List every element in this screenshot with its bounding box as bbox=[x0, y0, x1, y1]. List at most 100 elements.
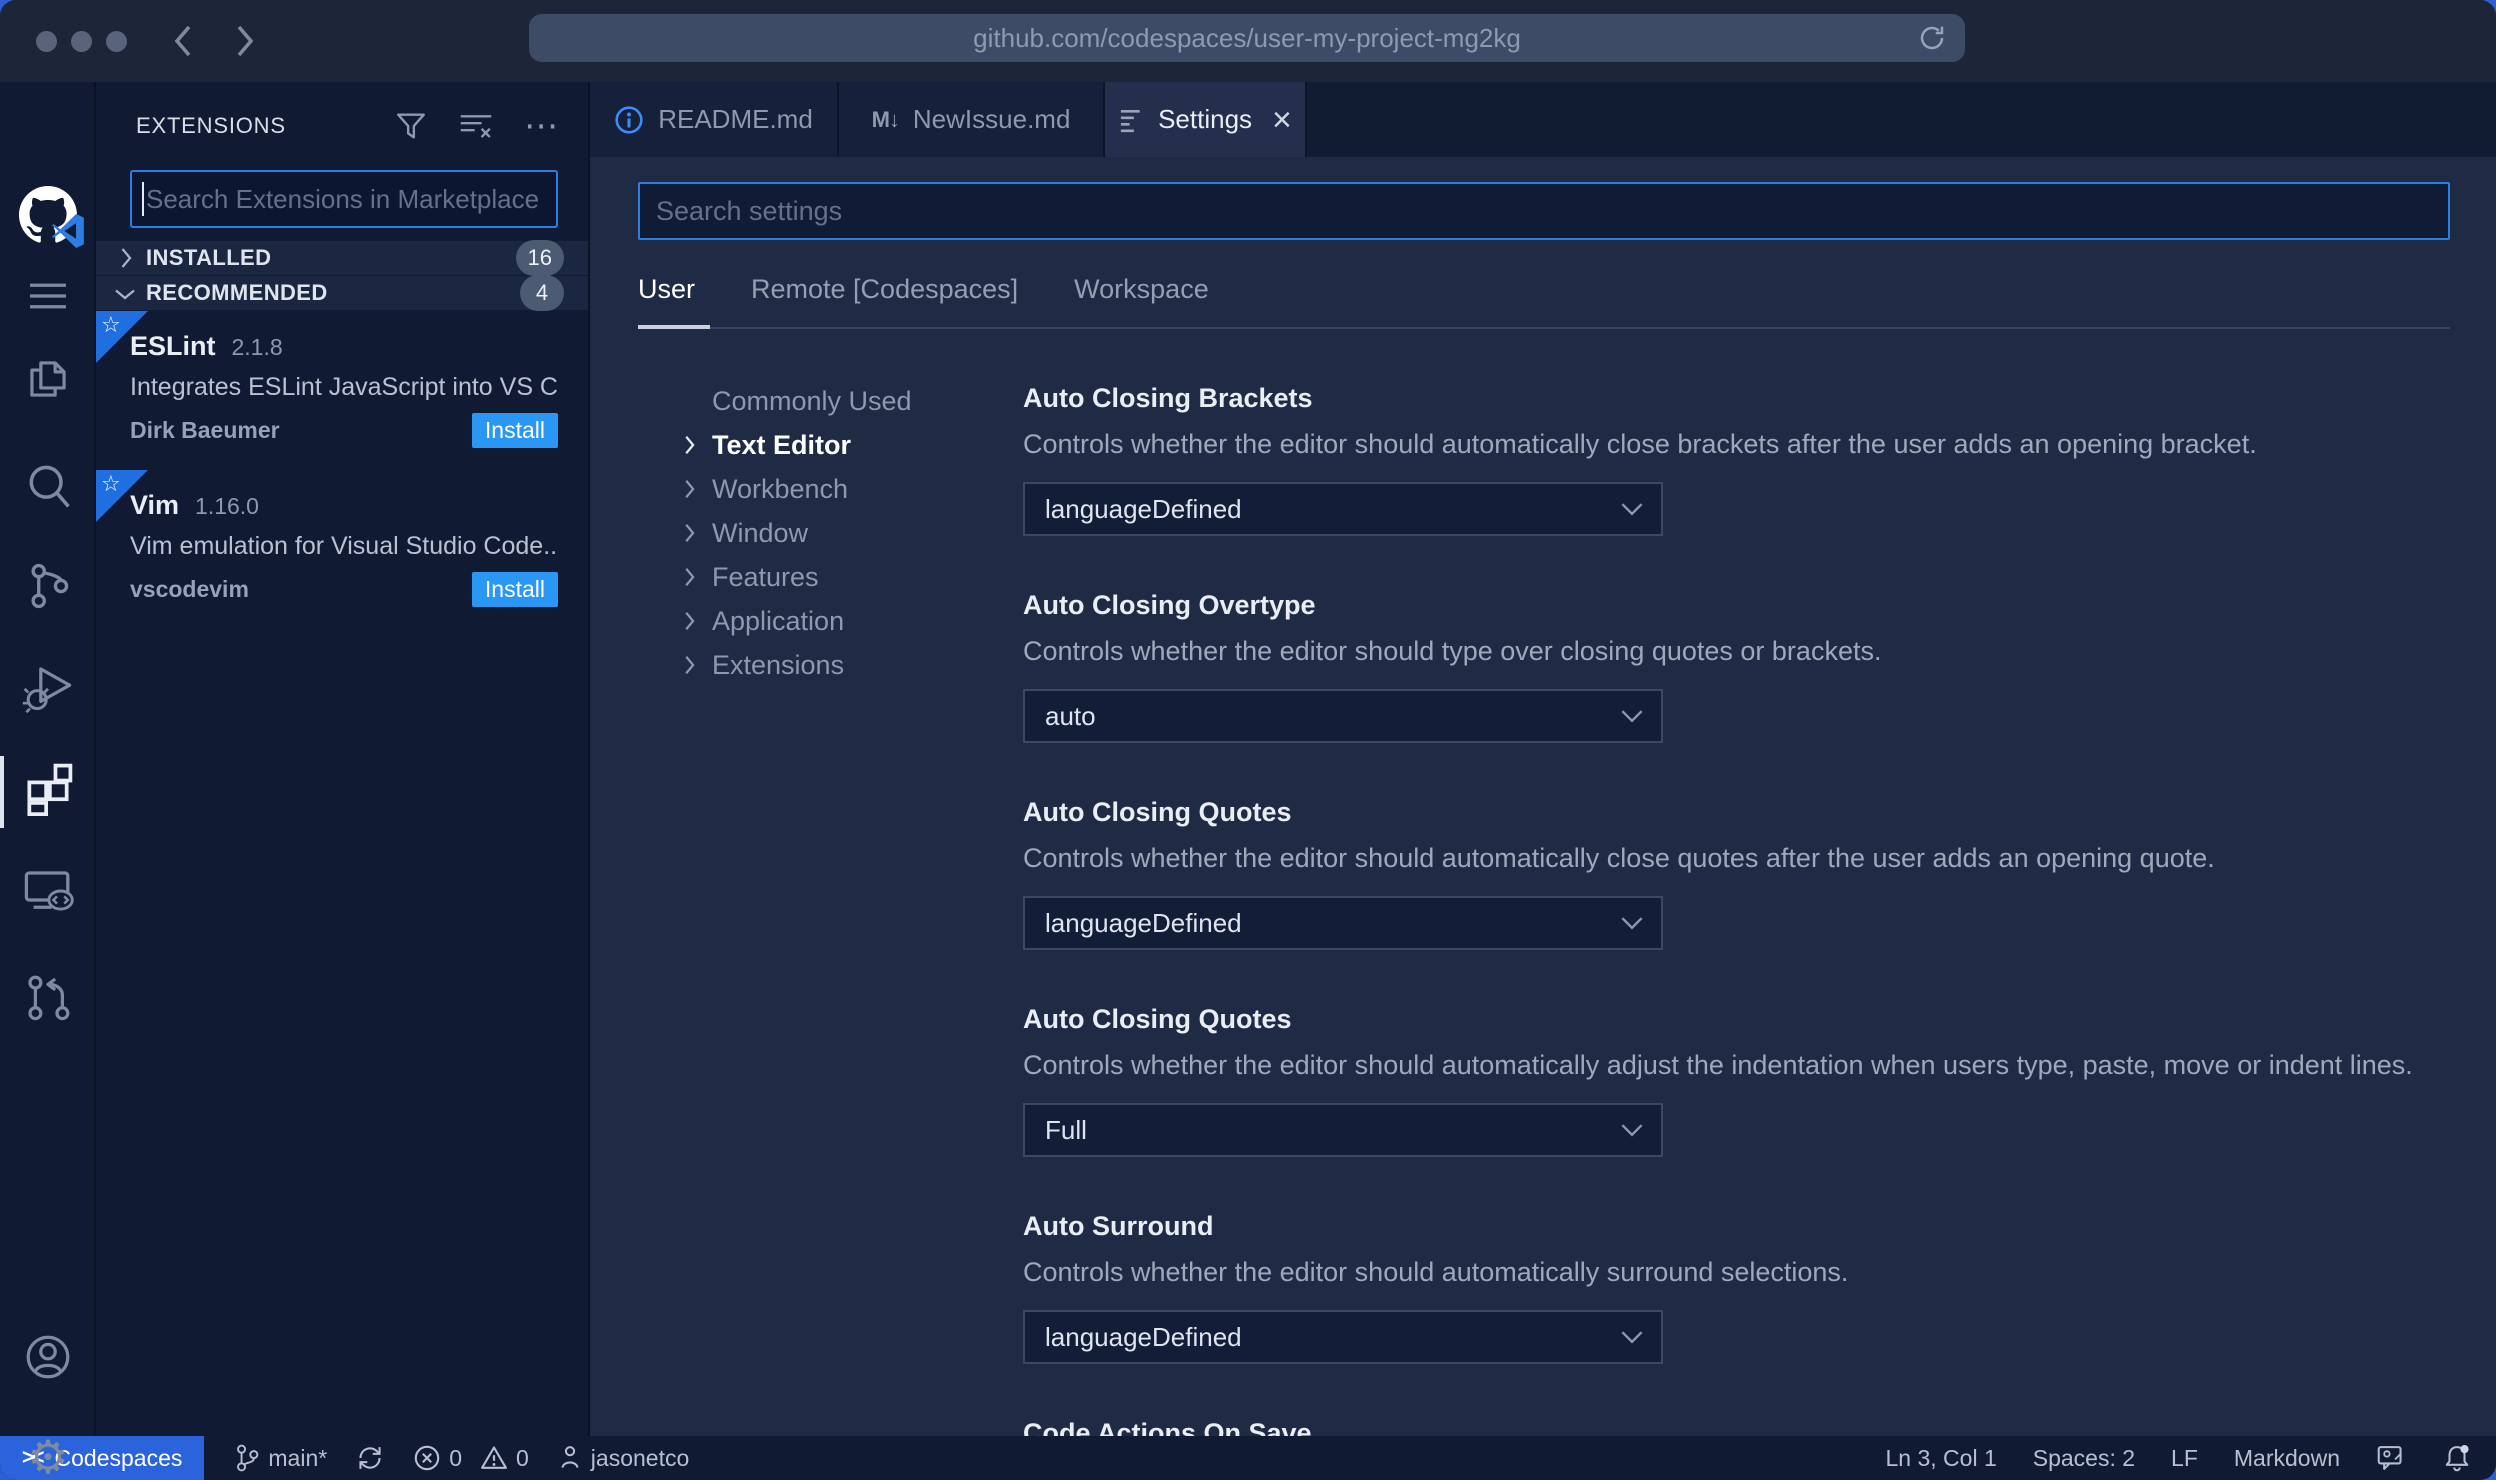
source-control-icon[interactable] bbox=[0, 560, 96, 612]
chevron-right-icon bbox=[110, 246, 140, 270]
toc-text-editor[interactable]: Text Editor bbox=[682, 423, 1023, 467]
extension-item-eslint[interactable]: ☆ ESLint 2.1.8 Integrates ESLint JavaScr… bbox=[96, 311, 588, 470]
browser-forward-icon[interactable] bbox=[231, 21, 259, 61]
section-recommended[interactable]: RECOMMENDED 4 bbox=[96, 275, 588, 311]
settings-editor-icon bbox=[1120, 109, 1140, 132]
filter-icon[interactable] bbox=[394, 109, 428, 143]
accounts-icon[interactable] bbox=[0, 1330, 96, 1384]
warning-icon bbox=[481, 1446, 507, 1469]
setting-dropdown[interactable]: languageDefined bbox=[1023, 1310, 1663, 1364]
explorer-icon[interactable] bbox=[0, 354, 96, 404]
setting-dropdown[interactable]: languageDefined bbox=[1023, 896, 1663, 950]
settings-search-input[interactable] bbox=[654, 184, 2448, 238]
setting-dropdown[interactable]: languageDefined bbox=[1023, 482, 1663, 536]
address-bar[interactable]: github.com/codespaces/user-my-project-mg… bbox=[529, 14, 1965, 62]
tab-bar: README.md M↓ NewIssue.md Settings × bbox=[590, 82, 2496, 157]
setting-auto-closing-brackets: Auto Closing Brackets Controls whether t… bbox=[1023, 381, 2450, 536]
setting-title: Auto Surround bbox=[1023, 1211, 1214, 1241]
setting-dropdown[interactable]: Full bbox=[1023, 1103, 1663, 1157]
cursor-position[interactable]: Ln 3, Col 1 bbox=[1886, 1436, 1997, 1480]
branch-icon bbox=[237, 1444, 259, 1472]
window-close-button[interactable] bbox=[36, 30, 57, 52]
scope-tab-remote[interactable]: Remote [Codespaces] bbox=[751, 274, 1018, 305]
scope-tab-workspace[interactable]: Workspace bbox=[1074, 274, 1209, 305]
sync-button[interactable] bbox=[355, 1436, 385, 1480]
error-icon bbox=[414, 1445, 440, 1471]
extensions-search-box[interactable] bbox=[130, 170, 558, 228]
browser-back-icon[interactable] bbox=[169, 21, 197, 61]
problems-indicator[interactable]: 0 0 bbox=[413, 1436, 529, 1480]
branch-name: main* bbox=[268, 1444, 328, 1471]
search-icon[interactable] bbox=[0, 460, 96, 512]
window-zoom-button[interactable] bbox=[106, 30, 127, 52]
chevron-down-icon bbox=[1619, 1122, 1645, 1138]
install-button[interactable]: Install bbox=[471, 413, 558, 448]
recommended-count-badge: 4 bbox=[520, 275, 564, 311]
setting-auto-surround: Auto Surround Controls whether the edito… bbox=[1023, 1209, 2450, 1364]
window-minimize-button[interactable] bbox=[71, 30, 92, 52]
settings-gear-icon[interactable]: ⚙ bbox=[0, 1434, 96, 1480]
toc-workbench[interactable]: Workbench bbox=[682, 467, 1023, 511]
user-indicator[interactable]: jasonetco bbox=[557, 1436, 689, 1480]
notifications-bell-icon[interactable] bbox=[2442, 1436, 2472, 1480]
section-installed[interactable]: INSTALLED 16 bbox=[96, 240, 588, 276]
tab-label: NewIssue.md bbox=[912, 104, 1071, 134]
branch-indicator[interactable]: main* bbox=[234, 1436, 327, 1480]
chevron-down-icon bbox=[1619, 708, 1645, 724]
active-scope-underline bbox=[638, 325, 710, 329]
person-icon bbox=[561, 1446, 579, 1468]
tab-readme[interactable]: README.md bbox=[590, 82, 839, 157]
browser-window: github.com/codespaces/user-my-project-mg… bbox=[0, 0, 2496, 1480]
toc-window[interactable]: Window bbox=[682, 511, 1023, 555]
chevron-down-icon bbox=[1619, 501, 1645, 517]
status-bar: >< Codespaces main* 0 0 jasonetco Ln 3, … bbox=[0, 1436, 2496, 1480]
active-view-indicator bbox=[0, 756, 4, 828]
eol-sequence[interactable]: LF bbox=[2171, 1436, 2198, 1480]
scope-tab-user[interactable]: User bbox=[638, 274, 695, 305]
remote-explorer-icon[interactable] bbox=[0, 864, 96, 918]
extension-author: vscodevim bbox=[130, 576, 249, 602]
markdown-icon: M↓ bbox=[871, 106, 900, 132]
feedback-icon[interactable] bbox=[2376, 1436, 2406, 1480]
reload-icon[interactable] bbox=[1917, 23, 1947, 53]
toc-commonly-used[interactable]: Commonly Used bbox=[682, 379, 1023, 423]
clear-search-results-icon[interactable] bbox=[458, 110, 494, 142]
setting-description: Controls whether the editor should autom… bbox=[1023, 1050, 2413, 1080]
extension-version: 1.16.0 bbox=[195, 493, 259, 519]
section-label: INSTALLED bbox=[146, 245, 272, 270]
star-icon: ☆ bbox=[101, 312, 121, 337]
github-pr-icon[interactable] bbox=[0, 970, 96, 1024]
browser-chrome: github.com/codespaces/user-my-project-mg… bbox=[0, 0, 2496, 82]
settings-scope-tabs: User Remote [Codespaces] Workspace bbox=[638, 274, 2450, 329]
extension-item-vim[interactable]: ☆ Vim 1.16.0 Vim emulation for Visual St… bbox=[96, 470, 588, 629]
setting-code-actions-on-save: Code Actions On Save bbox=[1023, 1416, 2450, 1436]
toc-application[interactable]: Application bbox=[682, 599, 1023, 643]
tab-newissue[interactable]: M↓ NewIssue.md bbox=[839, 82, 1105, 157]
sync-icon bbox=[359, 1447, 381, 1469]
indentation[interactable]: Spaces: 2 bbox=[2033, 1436, 2135, 1480]
setting-dropdown[interactable]: auto bbox=[1023, 689, 1663, 743]
run-debug-icon[interactable] bbox=[0, 660, 96, 714]
close-icon[interactable]: × bbox=[1272, 103, 1292, 137]
extensions-icon[interactable] bbox=[0, 756, 96, 828]
chevron-down-icon bbox=[1619, 1329, 1645, 1345]
chevron-right-icon bbox=[682, 478, 712, 500]
settings-search-box[interactable] bbox=[638, 182, 2450, 240]
extension-description: Vim emulation for Visual Studio Code... bbox=[130, 532, 558, 560]
chevron-right-icon bbox=[682, 566, 712, 588]
window-controls[interactable] bbox=[36, 30, 127, 52]
tab-label: Settings bbox=[1158, 104, 1253, 134]
extensions-search-input[interactable] bbox=[144, 172, 556, 226]
setting-title: Auto Closing Quotes bbox=[1023, 1004, 1292, 1034]
tab-settings[interactable]: Settings × bbox=[1105, 82, 1307, 157]
toc-features[interactable]: Features bbox=[682, 555, 1023, 599]
chevron-right-icon bbox=[682, 434, 712, 456]
toc-extensions[interactable]: Extensions bbox=[682, 643, 1023, 687]
more-actions-icon[interactable]: ⋯ bbox=[524, 109, 560, 143]
install-button[interactable]: Install bbox=[471, 572, 558, 607]
setting-title: Auto Closing Quotes bbox=[1023, 797, 1292, 827]
menu-icon[interactable] bbox=[0, 278, 96, 314]
language-mode[interactable]: Markdown bbox=[2234, 1436, 2340, 1480]
github-codespaces-logo bbox=[0, 186, 96, 248]
settings-editor: User Remote [Codespaces] Workspace Commo… bbox=[590, 157, 2496, 1436]
